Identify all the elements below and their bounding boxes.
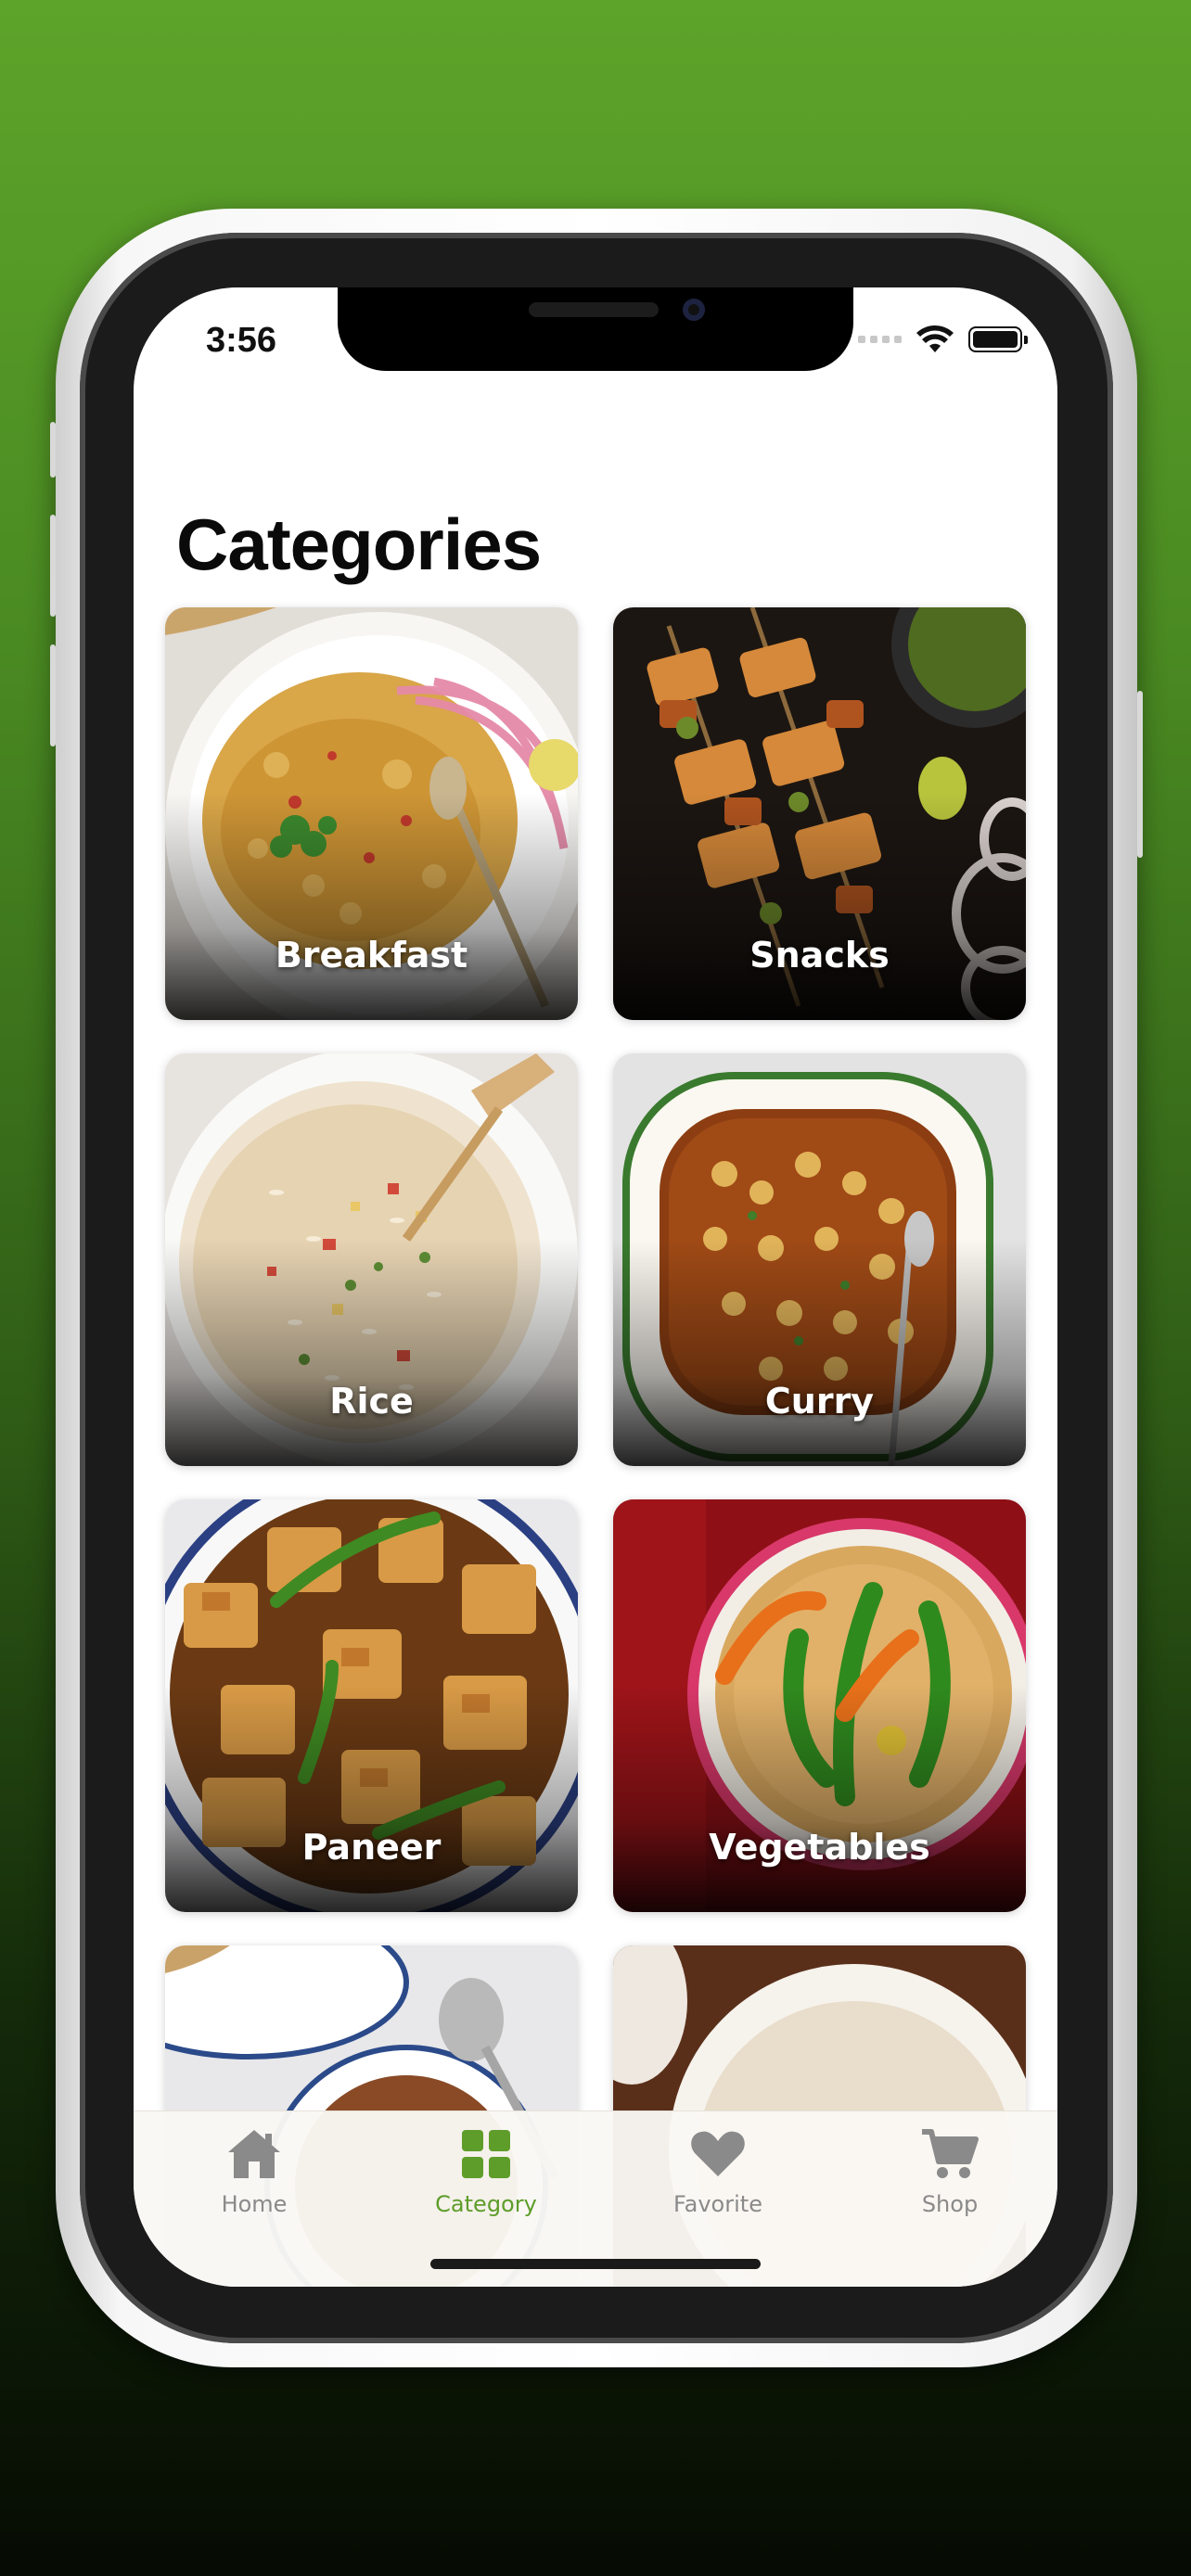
tab-home-label: Home (221, 2191, 288, 2217)
tab-favorite[interactable]: Favorite (644, 2124, 792, 2217)
grid-icon (462, 2130, 510, 2178)
heart-icon (691, 2131, 745, 2176)
tab-home[interactable]: Home (180, 2124, 328, 2217)
card-gradient (613, 1239, 1026, 1466)
card-gradient (613, 1685, 1026, 1912)
tab-favorite-label: Favorite (673, 2191, 762, 2217)
category-label: Rice (329, 1381, 414, 1422)
app-screen: 3:56 Categories Breakfast Snacks Rice Cu… (134, 287, 1057, 2287)
status-time: 3:56 (206, 321, 277, 360)
card-gradient (165, 1685, 578, 1912)
category-label: Snacks (749, 935, 890, 976)
cart-icon (922, 2129, 979, 2178)
tab-shop[interactable]: Shop (876, 2124, 1024, 2217)
home-icon (228, 2130, 280, 2178)
category-card-paneer[interactable]: Paneer (165, 1499, 578, 1912)
category-card-breakfast[interactable]: Breakfast (165, 607, 578, 1020)
front-camera (683, 299, 705, 321)
card-gradient (165, 1239, 578, 1466)
battery-icon (968, 326, 1028, 352)
category-card-vegetables[interactable]: Vegetables (613, 1499, 1026, 1912)
category-card-rice[interactable]: Rice (165, 1053, 578, 1466)
silent-switch (50, 422, 56, 478)
category-card-curry[interactable]: Curry (613, 1053, 1026, 1466)
category-label: Breakfast (275, 935, 468, 976)
home-indicator[interactable] (430, 2259, 761, 2269)
category-card-snacks[interactable]: Snacks (613, 607, 1026, 1020)
category-label: Vegetables (709, 1827, 930, 1868)
cellular-signal-icon (858, 336, 902, 343)
category-grid: Breakfast Snacks Rice Curry Paneer Veget… (165, 607, 1026, 2287)
page-title: Categories (176, 504, 542, 585)
tab-category-label: Category (435, 2191, 537, 2217)
category-label: Paneer (301, 1827, 442, 1868)
tab-category[interactable]: Category (412, 2124, 560, 2217)
volume-up-button (50, 515, 56, 617)
wifi-icon (916, 325, 954, 352)
card-gradient (165, 793, 578, 1020)
status-indicators (858, 325, 1028, 354)
volume-down-button (50, 644, 56, 746)
category-label: Curry (764, 1381, 875, 1422)
card-gradient (613, 793, 1026, 1020)
power-button (1137, 691, 1143, 858)
speaker-grille (529, 302, 659, 317)
notch (338, 287, 853, 371)
tab-shop-label: Shop (921, 2191, 979, 2217)
